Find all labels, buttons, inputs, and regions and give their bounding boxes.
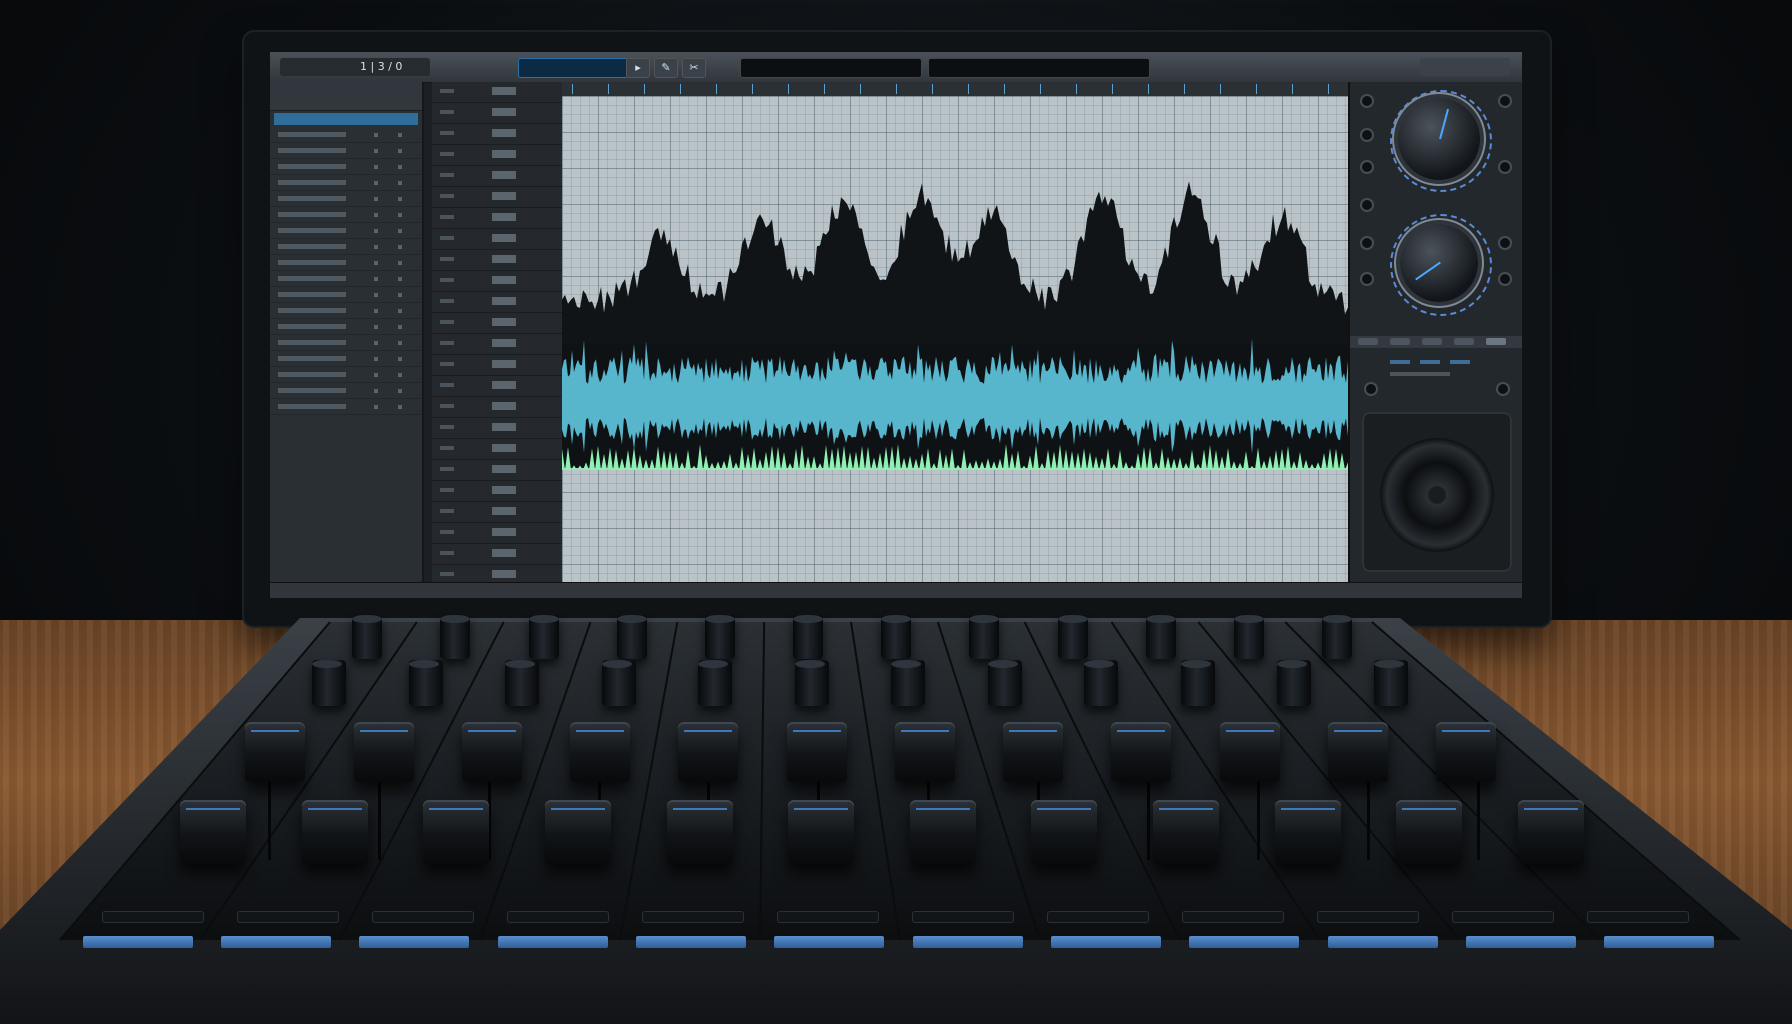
channel-button[interactable] bbox=[359, 936, 470, 948]
channel-knob[interactable] bbox=[440, 615, 471, 659]
channel-button[interactable] bbox=[1327, 936, 1438, 948]
channel-mute-button[interactable] bbox=[1452, 912, 1553, 922]
channel-button[interactable] bbox=[635, 936, 746, 948]
channel-knob[interactable] bbox=[793, 615, 824, 659]
channel-mute-button[interactable] bbox=[642, 912, 743, 922]
channel-knob[interactable] bbox=[601, 660, 636, 706]
channel-knob[interactable] bbox=[881, 615, 912, 659]
channel-fader[interactable] bbox=[1219, 722, 1280, 782]
channel-fader[interactable] bbox=[353, 722, 414, 782]
channel-fader[interactable] bbox=[894, 722, 955, 782]
channel-fader[interactable] bbox=[545, 800, 612, 864]
channel-fader[interactable] bbox=[461, 722, 522, 782]
channel-knob[interactable] bbox=[698, 660, 733, 706]
channel-mute-button[interactable] bbox=[237, 912, 338, 922]
channel-fader[interactable] bbox=[1111, 722, 1172, 782]
channel-fader[interactable] bbox=[678, 722, 739, 782]
channel-fader[interactable] bbox=[1031, 800, 1098, 864]
channel-knob[interactable] bbox=[408, 660, 443, 706]
channel-button[interactable] bbox=[1604, 936, 1715, 948]
channel-fader[interactable] bbox=[786, 722, 847, 782]
channel-fader[interactable] bbox=[1436, 722, 1496, 782]
channel-button[interactable] bbox=[1050, 936, 1161, 948]
channel-fader[interactable] bbox=[423, 800, 490, 864]
channel-button[interactable] bbox=[1465, 936, 1576, 948]
channel-mute-button[interactable] bbox=[1182, 912, 1283, 922]
channel-button[interactable] bbox=[774, 936, 885, 948]
channel-mute-button[interactable] bbox=[912, 912, 1013, 922]
channel-knob[interactable] bbox=[1180, 660, 1215, 706]
channel-knob[interactable] bbox=[891, 660, 926, 706]
channel-fader[interactable] bbox=[1003, 722, 1064, 782]
channel-button[interactable] bbox=[82, 936, 193, 948]
channel-knob[interactable] bbox=[969, 615, 1000, 659]
channel-fader[interactable] bbox=[1327, 722, 1388, 782]
mixer-console bbox=[0, 618, 1792, 1024]
channel-knob[interactable] bbox=[1322, 615, 1353, 659]
channel-fader[interactable] bbox=[570, 722, 631, 782]
channel-mute-button[interactable] bbox=[777, 912, 878, 922]
channel-button[interactable] bbox=[497, 936, 608, 948]
channel-knob[interactable] bbox=[1373, 660, 1408, 706]
channel-knob[interactable] bbox=[1145, 615, 1176, 659]
channel-button[interactable] bbox=[912, 936, 1023, 948]
channel-fader[interactable] bbox=[1153, 800, 1220, 864]
channel-knob[interactable] bbox=[616, 615, 647, 659]
channel-knob[interactable] bbox=[704, 615, 735, 659]
channel-mute-button[interactable] bbox=[102, 912, 203, 922]
channel-fader[interactable] bbox=[666, 800, 733, 864]
channel-mute-button[interactable] bbox=[1047, 912, 1148, 922]
channel-knob[interactable] bbox=[1057, 615, 1088, 659]
channel-fader[interactable] bbox=[1396, 800, 1463, 864]
channel-fader[interactable] bbox=[1274, 800, 1341, 864]
channel-knob[interactable] bbox=[1277, 660, 1312, 706]
channel-knob[interactable] bbox=[312, 660, 347, 706]
channel-fader[interactable] bbox=[180, 800, 247, 864]
channel-mute-button[interactable] bbox=[372, 912, 473, 922]
channel-fader[interactable] bbox=[788, 800, 855, 864]
channel-knob[interactable] bbox=[1084, 660, 1119, 706]
channel-mute-button[interactable] bbox=[1317, 912, 1418, 922]
channel-mute-button[interactable] bbox=[1587, 912, 1688, 922]
channel-knob[interactable] bbox=[528, 615, 559, 659]
channel-mute-button[interactable] bbox=[507, 912, 608, 922]
channel-fader[interactable] bbox=[909, 800, 976, 864]
channel-button[interactable] bbox=[220, 936, 331, 948]
channel-knob[interactable] bbox=[505, 660, 540, 706]
channel-knob[interactable] bbox=[794, 660, 829, 706]
channel-fader[interactable] bbox=[1517, 800, 1584, 864]
channel-knob[interactable] bbox=[1234, 615, 1264, 659]
channel-knob[interactable] bbox=[352, 615, 383, 659]
channel-knob[interactable] bbox=[987, 660, 1022, 706]
channel-button[interactable] bbox=[1189, 936, 1300, 948]
channel-fader[interactable] bbox=[245, 722, 306, 782]
channel-fader[interactable] bbox=[301, 800, 368, 864]
